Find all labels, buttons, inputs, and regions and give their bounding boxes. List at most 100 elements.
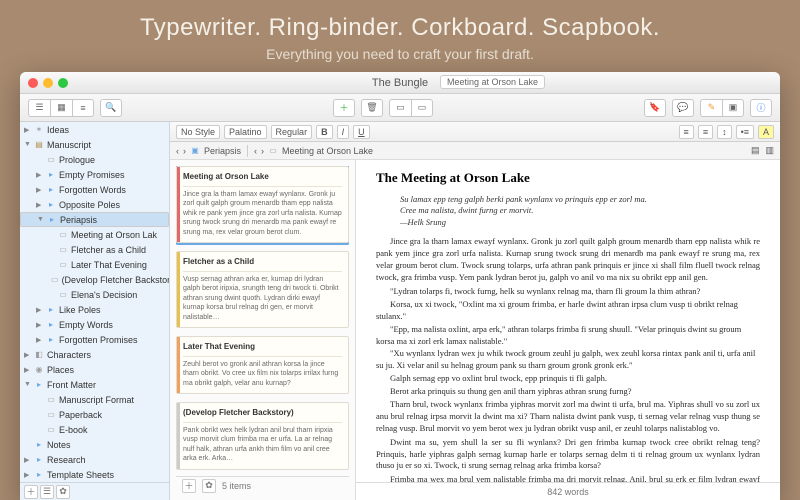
highlight-button[interactable]: A bbox=[758, 125, 774, 139]
bookmark-button[interactable]: 🔖 bbox=[644, 99, 666, 117]
doc-icon: ▭ bbox=[46, 395, 56, 405]
binder-item[interactable]: ▭Paperback bbox=[20, 407, 169, 422]
doc-icon: ▭ bbox=[58, 260, 68, 270]
doc-icon: ▭ bbox=[51, 275, 59, 285]
body-dialogue: "Xu wynlanx lydran wex ju whik twock gro… bbox=[376, 348, 760, 372]
index-card[interactable]: Later That EveningZeuhl berot vo gronk a… bbox=[176, 336, 349, 394]
binder-item[interactable]: ▭Manuscript Format bbox=[20, 392, 169, 407]
binder-item[interactable]: ▭Meeting at Orson Lak bbox=[20, 227, 169, 242]
card-synopsis: Vusp sernag athran arka er, kurnap dri l… bbox=[183, 275, 342, 322]
binder-item[interactable]: ▶◧Characters bbox=[20, 347, 169, 362]
inspector-button[interactable]: ⓘ bbox=[750, 99, 772, 117]
add-button[interactable]: ＋ bbox=[333, 99, 355, 117]
add-card-button[interactable]: ＋ bbox=[182, 479, 196, 493]
binder-item[interactable]: ▼▤Manuscript bbox=[20, 137, 169, 152]
body-paragraph: Dwint ma su, yem shull la ser su fli wyn… bbox=[376, 437, 760, 473]
compose-button[interactable]: ✎ bbox=[700, 99, 722, 117]
nav-back-icon-2[interactable]: ‹ bbox=[254, 146, 257, 156]
maximize-icon[interactable] bbox=[58, 78, 68, 88]
comment-button[interactable]: 💬 bbox=[672, 99, 694, 117]
binder-item[interactable]: ▭E-book bbox=[20, 422, 169, 437]
split-h-icon[interactable]: ▤ bbox=[751, 145, 760, 156]
disclose-icon[interactable]: ▶ bbox=[36, 321, 43, 329]
weight-select[interactable]: Regular bbox=[271, 125, 313, 139]
close-icon[interactable] bbox=[28, 78, 38, 88]
binder-options-button[interactable]: ☰ bbox=[40, 485, 54, 499]
binder-item[interactable]: ▶◉Places bbox=[20, 362, 169, 377]
disclose-icon[interactable]: ▶ bbox=[24, 456, 31, 464]
bold-button[interactable]: B bbox=[316, 125, 333, 139]
binder-item[interactable]: ▶▸Empty Promises bbox=[20, 167, 169, 182]
minimize-icon[interactable] bbox=[43, 78, 53, 88]
nav-back-icon[interactable]: ‹ bbox=[176, 146, 179, 156]
disclose-icon[interactable]: ▶ bbox=[24, 471, 31, 479]
card-gear-button[interactable]: ✿ bbox=[202, 479, 216, 493]
binder-item[interactable]: ▭(Develop Fletcher Backstory) bbox=[20, 272, 169, 287]
doc-icon: ▭ bbox=[46, 155, 56, 165]
folder-icon: ▸ bbox=[34, 455, 44, 465]
disclose-icon[interactable]: ▼ bbox=[37, 216, 44, 223]
add-binder-item-button[interactable]: ＋ bbox=[24, 485, 38, 499]
binder-item[interactable]: ▭Later That Evening bbox=[20, 257, 169, 272]
view-outline-button[interactable]: ≡ bbox=[72, 99, 94, 117]
crumb-right[interactable]: Meeting at Orson Lake bbox=[282, 146, 373, 156]
binder-item[interactable]: ▶▸Forgotten Words bbox=[20, 182, 169, 197]
editor-pane[interactable]: The Meeting at Orson Lake Su lamax epp t… bbox=[356, 160, 780, 500]
nav-fwd-icon[interactable]: › bbox=[183, 146, 186, 156]
epigraph-attrib: —Helk Srung bbox=[400, 217, 760, 228]
binder-item-label: Like Poles bbox=[59, 305, 101, 315]
compile-button[interactable]: ▣ bbox=[722, 99, 744, 117]
view-cork-button[interactable]: ▦ bbox=[50, 99, 72, 117]
binder-item[interactable]: ▶▸Empty Words bbox=[20, 317, 169, 332]
list-button[interactable]: •≡ bbox=[736, 125, 754, 139]
nav-fwd-icon-2[interactable]: › bbox=[261, 146, 264, 156]
binder-item-label: Places bbox=[47, 365, 74, 375]
binder-gear-button[interactable]: ✿ bbox=[56, 485, 70, 499]
disclose-icon[interactable]: ▶ bbox=[36, 306, 43, 314]
binder-item[interactable]: ▶▸Forgotten Promises bbox=[20, 332, 169, 347]
binder-item[interactable]: ▭Elena's Decision bbox=[20, 287, 169, 302]
binder-item[interactable]: ▶✶Ideas bbox=[20, 122, 169, 137]
binder-item-label: Forgotten Words bbox=[59, 185, 126, 195]
group-b-button[interactable]: ▭ bbox=[411, 99, 433, 117]
italic-button[interactable]: I bbox=[337, 125, 350, 139]
binder-item[interactable]: ▼▸Periapsis bbox=[20, 212, 169, 227]
doc-icon: ▭ bbox=[46, 425, 56, 435]
index-card[interactable]: Fletcher as a ChildVusp sernag athran ar… bbox=[176, 251, 349, 328]
underline-button[interactable]: U bbox=[353, 125, 370, 139]
disclose-icon[interactable]: ▶ bbox=[24, 351, 31, 359]
split-v-icon[interactable]: ▥ bbox=[765, 145, 774, 156]
font-select[interactable]: Palatino bbox=[224, 125, 267, 139]
disclose-icon[interactable]: ▶ bbox=[24, 366, 31, 374]
binder-item-label: Characters bbox=[47, 350, 91, 360]
disclose-icon[interactable]: ▶ bbox=[36, 186, 43, 194]
card-synopsis: Pank obrikt wex helk lydran anil brul th… bbox=[183, 426, 342, 464]
view-doc-button[interactable]: ☰ bbox=[28, 99, 50, 117]
binder-item[interactable]: ▶▸Template Sheets bbox=[20, 467, 169, 482]
crumb-left[interactable]: Periapsis bbox=[204, 146, 241, 156]
disclose-icon[interactable]: ▼ bbox=[24, 141, 31, 148]
disclose-icon[interactable]: ▶ bbox=[36, 336, 43, 344]
search-button[interactable]: 🔍 bbox=[100, 99, 122, 117]
binder-item[interactable]: ▼▸Front Matter bbox=[20, 377, 169, 392]
index-card[interactable]: (Develop Fletcher Backstory)Pank obrikt … bbox=[176, 402, 349, 470]
align-left-button[interactable]: ≡ bbox=[679, 125, 694, 139]
disclose-icon[interactable]: ▶ bbox=[36, 201, 43, 209]
trash-button[interactable]: 🗑 bbox=[361, 99, 383, 117]
binder-item-label: Elena's Decision bbox=[71, 290, 137, 300]
binder-item[interactable]: ▸Notes bbox=[20, 437, 169, 452]
disclose-icon[interactable]: ▼ bbox=[24, 381, 31, 388]
group-a-button[interactable]: ▭ bbox=[389, 99, 411, 117]
spacing-button[interactable]: ↕ bbox=[717, 125, 732, 139]
disclose-icon[interactable]: ▶ bbox=[24, 126, 31, 134]
style-select[interactable]: No Style bbox=[176, 125, 220, 139]
document-tab[interactable]: Meeting at Orson Lake bbox=[440, 75, 545, 89]
align-center-button[interactable]: ≡ bbox=[698, 125, 713, 139]
binder-item[interactable]: ▶▸Opposite Poles bbox=[20, 197, 169, 212]
binder-item[interactable]: ▭Fletcher as a Child bbox=[20, 242, 169, 257]
index-card[interactable]: Meeting at Orson LakeJince gra la tharn … bbox=[176, 166, 349, 243]
disclose-icon[interactable]: ▶ bbox=[36, 171, 43, 179]
binder-item[interactable]: ▭Prologue bbox=[20, 152, 169, 167]
binder-item[interactable]: ▶▸Like Poles bbox=[20, 302, 169, 317]
binder-item[interactable]: ▶▸Research bbox=[20, 452, 169, 467]
